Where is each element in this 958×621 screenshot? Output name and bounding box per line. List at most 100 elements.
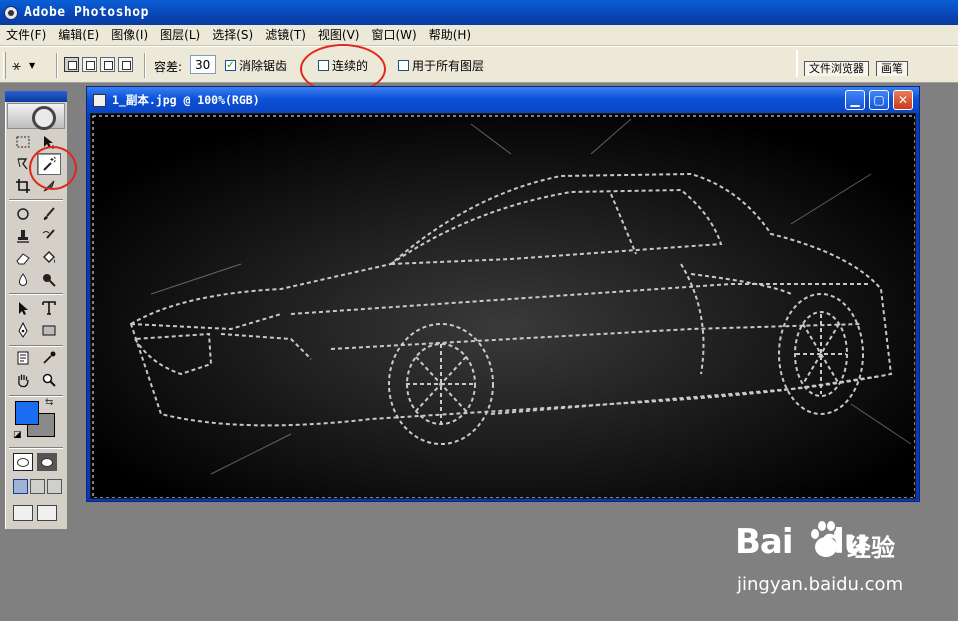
- quick-mask-mode-button[interactable]: [37, 453, 57, 471]
- healing-brush-tool[interactable]: [11, 203, 35, 225]
- antialias-checkbox[interactable]: ✓ 消除锯齿: [225, 57, 287, 74]
- toolbox-titlebar[interactable]: [5, 91, 67, 102]
- car-sketch-image: [91, 114, 915, 498]
- water-drop-icon: [18, 273, 28, 286]
- menu-filter[interactable]: 滤镜(T): [259, 25, 312, 46]
- lasso-tool[interactable]: [11, 153, 35, 175]
- menu-file[interactable]: 文件(F): [0, 25, 52, 46]
- pen-tool[interactable]: [11, 319, 35, 341]
- note-icon: [17, 351, 29, 365]
- checkbox-unchecked-icon: [398, 60, 409, 71]
- toolbox: ⇆ ◪: [4, 90, 68, 530]
- imageready-jump-icon: [37, 505, 57, 521]
- eyedropper-icon: [43, 351, 56, 364]
- jump-to-imageready-button[interactable]: [13, 503, 61, 523]
- zoom-tool[interactable]: [37, 369, 61, 391]
- path-selection-tool[interactable]: [11, 297, 35, 319]
- full-screen-mode-button[interactable]: [47, 479, 62, 494]
- pen-nib-icon: [18, 322, 28, 338]
- app-titlebar: Adobe Photoshop: [0, 0, 958, 25]
- watermark-jingyan: 经验: [847, 534, 895, 562]
- dodge-tool[interactable]: [37, 269, 61, 291]
- foreground-color-swatch[interactable]: [15, 401, 39, 425]
- menu-view[interactable]: 视图(V): [312, 25, 366, 46]
- tool-grid: [11, 203, 61, 291]
- use-all-layers-checkbox[interactable]: 用于所有图层: [398, 57, 484, 74]
- chevron-down-icon: ▼: [29, 60, 36, 70]
- hand-icon: [18, 374, 29, 388]
- toolbox-separator: [9, 395, 63, 397]
- maximize-button[interactable]: ▢: [869, 90, 889, 110]
- marquee-tool[interactable]: [11, 131, 35, 153]
- minimize-button[interactable]: ▁: [845, 90, 865, 110]
- toolbox-separator: [9, 293, 63, 295]
- menubar: 文件(F) 编辑(E) 图像(I) 图层(L) 选择(S) 滤镜(T) 视图(V…: [0, 25, 958, 46]
- baidu-paw-icon: [811, 521, 842, 557]
- selection-mode-group: [64, 57, 133, 72]
- options-bar-grip[interactable]: [3, 52, 6, 79]
- menu-image[interactable]: 图像(I): [105, 25, 154, 46]
- contiguous-checkbox[interactable]: 连续的: [318, 57, 368, 74]
- brush-tool[interactable]: [37, 203, 61, 225]
- options-separator: [144, 53, 146, 78]
- eraser-tool[interactable]: [11, 247, 35, 269]
- toolbox-separator: [9, 447, 63, 449]
- document-window: 1_副本.jpg @ 100%(RGB) ▁ ▢ ✕: [86, 86, 920, 502]
- move-arrow-icon: [44, 136, 55, 149]
- paint-bucket-icon: [43, 251, 55, 263]
- photoshop-eye-logo[interactable]: [7, 103, 65, 130]
- menu-window[interactable]: 窗口(W): [365, 25, 422, 46]
- move-tool[interactable]: [37, 131, 61, 153]
- lasso-icon: [17, 158, 28, 170]
- document-title: 1_副本.jpg @ 100%(RGB): [112, 93, 260, 107]
- slice-tool[interactable]: [37, 175, 61, 197]
- brush-icon: [43, 207, 55, 220]
- paint-bucket-tool[interactable]: [37, 247, 61, 269]
- default-colors-icon[interactable]: ◪: [13, 430, 22, 440]
- hand-tool[interactable]: [11, 369, 35, 391]
- blur-tool[interactable]: [11, 269, 35, 291]
- eraser-icon: [16, 253, 30, 265]
- tool-preset-picker[interactable]: ⚹ ▼: [12, 55, 52, 75]
- use-all-layers-label: 用于所有图层: [412, 59, 485, 73]
- add-to-selection-button[interactable]: [82, 57, 97, 72]
- bandage-icon: [17, 208, 29, 220]
- magic-wand-tool[interactable]: [37, 153, 61, 175]
- magic-wand-icon: [43, 156, 56, 171]
- antialias-label: 消除锯齿: [239, 59, 288, 73]
- tolerance-input[interactable]: [190, 55, 216, 74]
- standard-mode-button[interactable]: [13, 453, 33, 471]
- menu-layer[interactable]: 图层(L): [154, 25, 206, 46]
- image-canvas[interactable]: [90, 113, 916, 499]
- swap-colors-icon[interactable]: ⇆: [45, 397, 53, 408]
- document-titlebar[interactable]: 1_副本.jpg @ 100%(RGB): [87, 87, 919, 113]
- subtract-from-selection-button[interactable]: [100, 57, 115, 72]
- clone-stamp-tool[interactable]: [11, 225, 35, 247]
- intersect-selection-button[interactable]: [118, 57, 133, 72]
- photoshop-app-icon[interactable]: [4, 5, 18, 20]
- crop-tool[interactable]: [11, 175, 35, 197]
- path-arrow-icon: [19, 302, 28, 315]
- menu-select[interactable]: 选择(S): [206, 25, 259, 46]
- minimize-icon: ▁: [850, 93, 860, 107]
- checkbox-unchecked-icon: [318, 60, 329, 71]
- new-selection-button[interactable]: [64, 57, 79, 72]
- menu-edit[interactable]: 编辑(E): [52, 25, 105, 46]
- tab-file-browser[interactable]: 文件浏览器: [804, 61, 869, 76]
- tool-grid: [11, 347, 61, 391]
- close-button[interactable]: ✕: [893, 90, 913, 110]
- options-separator: [56, 53, 58, 78]
- stamp-icon: [17, 230, 29, 243]
- standard-screen-mode-button[interactable]: [13, 479, 28, 494]
- notes-tool[interactable]: [11, 347, 35, 369]
- eyedropper-tool[interactable]: [37, 347, 61, 369]
- history-brush-tool[interactable]: [37, 225, 61, 247]
- document-icon[interactable]: [93, 93, 106, 107]
- type-tool[interactable]: [37, 297, 61, 319]
- rectangle-tool[interactable]: [37, 319, 61, 341]
- tab-brushes[interactable]: 画笔: [876, 61, 908, 76]
- full-screen-menu-mode-button[interactable]: [30, 479, 45, 494]
- checkbox-checked-icon: ✓: [225, 60, 236, 71]
- dodge-icon: [43, 274, 56, 287]
- menu-help[interactable]: 帮助(H): [423, 25, 477, 46]
